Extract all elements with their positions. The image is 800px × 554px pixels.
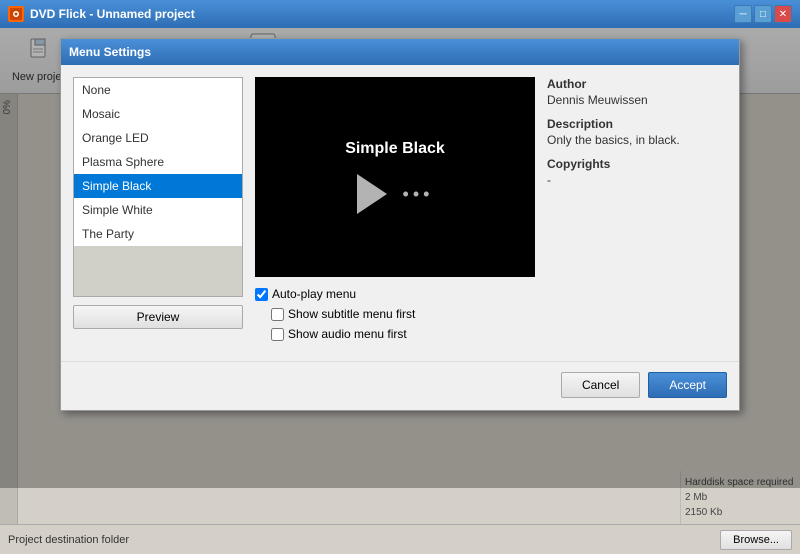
author-value: Dennis Meuwissen xyxy=(547,93,727,107)
auto-play-label: Auto-play menu xyxy=(272,287,356,301)
menu-list: None Mosaic Orange LED Plasma Sphere Sim… xyxy=(73,77,243,297)
accept-button[interactable]: Accept xyxy=(648,372,727,398)
harddisk-kb: 2150 Kb xyxy=(685,505,796,520)
menu-settings-dialog: Menu Settings None Mosaic Orange LED Pla… xyxy=(60,38,740,411)
project-destination-label: Project destination folder xyxy=(8,534,129,546)
preview-button[interactable]: Preview xyxy=(73,305,243,329)
subtitle-menu-label: Show subtitle menu first xyxy=(288,307,415,321)
audio-menu-checkbox[interactable]: Show audio menu first xyxy=(271,327,535,341)
browse-button[interactable]: Browse... xyxy=(720,530,792,550)
menu-item-plasma-sphere[interactable]: Plasma Sphere xyxy=(74,150,242,174)
preview-box: Simple Black ••• xyxy=(255,77,535,277)
info-panel: Author Dennis Meuwissen Description Only… xyxy=(547,77,727,345)
menu-item-orange-led[interactable]: Orange LED xyxy=(74,126,242,150)
menu-item-the-party[interactable]: The Party xyxy=(74,222,242,246)
audio-menu-input[interactable] xyxy=(271,328,284,341)
auto-play-input[interactable] xyxy=(255,288,268,301)
menu-item-mosaic[interactable]: Mosaic xyxy=(74,102,242,126)
menu-item-simple-white[interactable]: Simple White xyxy=(74,198,242,222)
dialog-footer: Cancel Accept xyxy=(61,361,739,410)
maximize-button[interactable]: □ xyxy=(754,5,772,23)
subtitle-menu-checkbox[interactable]: Show subtitle menu first xyxy=(271,307,535,321)
dialog-titlebar: Menu Settings xyxy=(61,39,739,65)
cancel-button[interactable]: Cancel xyxy=(561,372,640,398)
copyrights-value: - xyxy=(547,173,727,187)
harddisk-mb: 2 Mb xyxy=(685,490,796,505)
description-label: Description xyxy=(547,117,727,131)
subtitle-menu-input[interactable] xyxy=(271,308,284,321)
copyrights-label: Copyrights xyxy=(547,157,727,171)
play-icon[interactable] xyxy=(357,174,387,214)
close-button[interactable]: ✕ xyxy=(774,5,792,23)
dialog-content: None Mosaic Orange LED Plasma Sphere Sim… xyxy=(61,65,739,357)
menu-item-none[interactable]: None xyxy=(74,78,242,102)
app-icon xyxy=(8,6,24,22)
auto-play-checkbox[interactable]: Auto-play menu xyxy=(255,287,535,301)
menu-item-simple-black[interactable]: Simple Black xyxy=(74,174,242,198)
audio-menu-label: Show audio menu first xyxy=(288,327,407,341)
description-value: Only the basics, in black. xyxy=(547,133,727,147)
minimize-button[interactable]: ─ xyxy=(734,5,752,23)
dialog-overlay: Menu Settings None Mosaic Orange LED Pla… xyxy=(0,28,800,488)
title-bar: DVD Flick - Unnamed project ─ □ ✕ xyxy=(0,0,800,28)
preview-title: Simple Black xyxy=(345,140,445,158)
title-bar-left: DVD Flick - Unnamed project xyxy=(8,6,195,22)
title-controls: ─ □ ✕ xyxy=(734,5,792,23)
window-title: DVD Flick - Unnamed project xyxy=(30,7,195,21)
author-label: Author xyxy=(547,77,727,91)
preview-controls: ••• xyxy=(357,174,434,214)
dialog-title: Menu Settings xyxy=(69,45,151,59)
preview-dots-icon: ••• xyxy=(403,184,434,205)
